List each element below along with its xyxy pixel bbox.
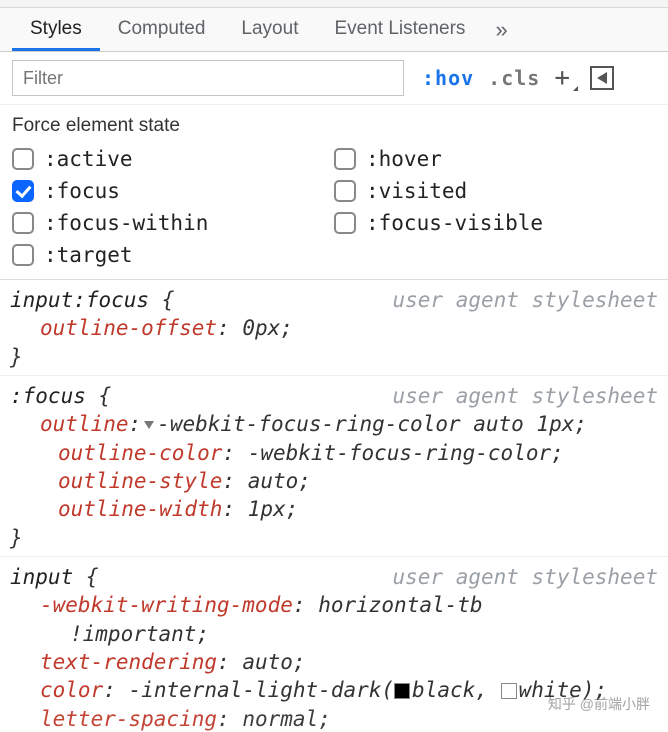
css-declaration[interactable]: outline-offset: 0px;	[10, 314, 658, 342]
rule-selector[interactable]: :focus {	[10, 382, 111, 410]
color-swatch-icon[interactable]	[394, 683, 410, 699]
state-label: :hover	[366, 147, 442, 171]
css-declaration[interactable]: outline:-webkit-focus-ring-color auto 1p…	[10, 410, 658, 438]
checkbox-focus-within[interactable]	[12, 212, 34, 234]
rule-selector[interactable]: input:focus {	[10, 286, 174, 314]
state-focus[interactable]: :focus	[12, 179, 334, 203]
rule-close-brace: }	[10, 524, 658, 552]
state-label: :focus	[44, 179, 120, 203]
filter-input[interactable]	[12, 60, 404, 96]
css-rule: input { user agent stylesheet-webkit-writ…	[0, 557, 668, 732]
css-declaration[interactable]: text-rendering: auto;	[10, 648, 658, 676]
checkbox-focus[interactable]	[12, 180, 34, 202]
rule-source: user agent stylesheet	[392, 286, 658, 314]
styles-toolbar: :hov .cls +	[0, 52, 668, 105]
tab-strip: Styles Computed Layout Event Listeners »	[0, 8, 668, 52]
css-sub-declaration[interactable]: outline-width: 1px;	[10, 495, 658, 523]
state-focus-visible[interactable]: :focus-visible	[334, 211, 656, 235]
tab-computed[interactable]: Computed	[100, 9, 224, 51]
expand-icon[interactable]	[144, 421, 154, 429]
state-label: :focus-visible	[366, 211, 543, 235]
element-focus-icon[interactable]	[590, 66, 614, 90]
color-swatch-icon[interactable]	[501, 683, 517, 699]
css-rule: :focus { user agent stylesheetoutline:-we…	[0, 376, 668, 557]
rule-source: user agent stylesheet	[392, 563, 658, 591]
state-focus-within[interactable]: :focus-within	[12, 211, 334, 235]
cls-button[interactable]: .cls	[488, 66, 540, 90]
tab-event-listeners[interactable]: Event Listeners	[316, 9, 483, 51]
state-active[interactable]: :active	[12, 147, 334, 171]
state-label: :active	[44, 147, 133, 171]
css-sub-declaration[interactable]: outline-style: auto;	[10, 467, 658, 495]
checkbox-hover[interactable]	[334, 148, 356, 170]
checkbox-target[interactable]	[12, 244, 34, 266]
checkbox-focus-visible[interactable]	[334, 212, 356, 234]
css-sub-declaration[interactable]: outline-color: -webkit-focus-ring-color;	[10, 439, 658, 467]
tab-styles[interactable]: Styles	[12, 9, 100, 51]
state-label: :visited	[366, 179, 467, 203]
state-target[interactable]: :target	[12, 243, 334, 267]
tabs-overflow-icon[interactable]: »	[483, 17, 519, 43]
rule-close-brace: }	[10, 343, 658, 371]
rule-source: user agent stylesheet	[392, 382, 658, 410]
new-rule-button[interactable]: +	[554, 63, 576, 93]
checkbox-visited[interactable]	[334, 180, 356, 202]
rule-selector[interactable]: input {	[10, 563, 99, 591]
state-hover[interactable]: :hover	[334, 147, 656, 171]
tab-layout[interactable]: Layout	[223, 9, 316, 51]
force-element-state-section: Force element state :active :hover :focus:…	[0, 105, 668, 280]
state-label: :target	[44, 243, 133, 267]
css-declaration[interactable]: color: -internal-light-dark(black, white…	[10, 676, 658, 704]
css-rule: input:focus { user agent stylesheetoutlin…	[0, 280, 668, 376]
state-label: :focus-within	[44, 211, 208, 235]
state-visited[interactable]: :visited	[334, 179, 656, 203]
force-element-state-title: Force element state	[12, 115, 656, 137]
hov-button[interactable]: :hov	[422, 66, 474, 90]
css-declaration[interactable]: letter-spacing: normal;	[10, 705, 658, 732]
checkbox-active[interactable]	[12, 148, 34, 170]
css-declaration[interactable]: -webkit-writing-mode: horizontal-tb!impo…	[10, 591, 658, 648]
